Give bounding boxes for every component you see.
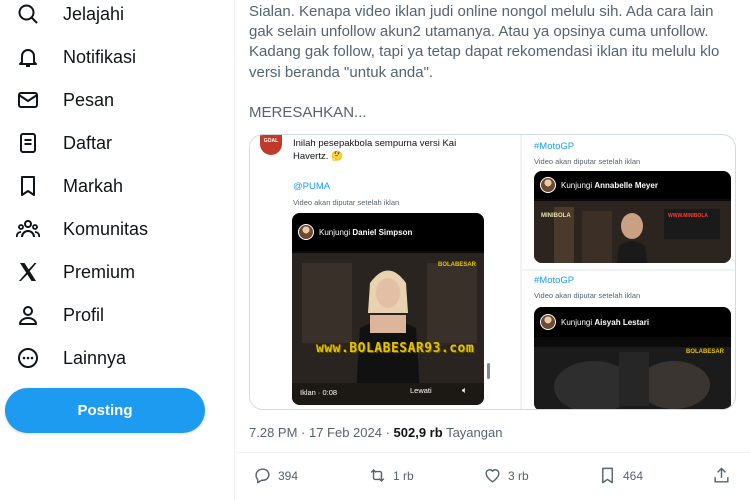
sidebar-item-premium[interactable]: Premium [8,252,149,292]
ad-video: Kunjungi Aisyah Lestari BOLABESAR [534,307,731,409]
ad-timer: Iklan · 0:08 [300,388,338,397]
watermark-text: www.BOLABESAR93.com [316,341,475,356]
list-icon [20,133,36,153]
share-icon [714,467,729,483]
ad-note: Video akan diputar setelah iklan [534,291,641,300]
repost-count: 1 rb [393,468,414,483]
heart-icon [485,469,500,483]
tweet-text: Sialan. Kenapa video iklan judi online n… [249,2,739,123]
sidebar-item-profil[interactable]: Profil [8,295,118,335]
sidebar-item-label: Pesan [63,89,115,110]
people-icon [16,220,40,238]
embedded-post-left: GOAL Inilah pesepakbola sempurna versi K… [250,135,494,409]
skip-ad-label: Lewati [410,386,432,395]
sidebar-item-label: Notifikasi [63,46,137,67]
ad-note: Video akan diputar setelah iklan [293,198,400,207]
share-button[interactable] [712,466,737,485]
embedded-posts-right: #MotoGP Video akan diputar setelah iklan… [522,135,735,409]
more-circle-icon [18,348,38,368]
video-frame: MINIBOLA WWW.MINIBOLA [534,201,731,263]
post-button[interactable]: Posting [5,388,205,433]
sidebar-item-jelajahi[interactable]: Jelajahi [8,0,138,34]
sign-text: MINIBOLA [541,213,571,219]
like-button[interactable]: 3 rb [483,466,529,485]
scrollbar [487,363,490,379]
views-count: 502,9 rb [393,425,443,440]
sidebar-item-label: Markah [63,175,124,196]
video-frame: www.BOLABESAR93.com BOLABESAR Iklan · 0:… [292,253,484,405]
repost-button[interactable]: 1 rb [368,466,414,485]
ad-video: Kunjungi Daniel Simpson www.BOLABESAR93.… [292,213,484,405]
embedded-post-text: Inilah pesepakbola sempurna versi Kai Ha… [293,138,457,162]
advertiser-avatar [540,314,556,330]
like-count: 3 rb [508,468,529,483]
sidebar-item-label: Jelajahi [63,3,125,24]
advertiser-visit-label: Kunjungi Daniel Simpson [319,227,413,237]
person-icon [19,306,37,325]
post-divider [522,269,735,271]
bookmark-icon [602,467,613,484]
sidebar-item-lainnya[interactable]: Lainnya [8,338,140,378]
sidebar-item-pesan[interactable]: Pesan [8,80,128,120]
views-label: Tayangan [442,425,503,440]
x-logo-icon [19,263,37,281]
hashtag-link: #MotoGP [534,141,575,152]
bookmark-button[interactable]: 464 [598,466,643,485]
mention-link: @PUMA [293,181,331,192]
mail-icon [18,92,38,108]
banner-text: WWW.MINIBOLA [668,213,708,219]
bolabesar-logo: BOLABESAR [438,262,477,268]
sidebar-item-notifikasi[interactable]: Notifikasi [8,37,150,77]
search-icon [18,4,38,24]
sidebar-item-markah[interactable]: Markah [8,166,137,206]
advertiser-avatar [298,224,314,240]
bolabesar-logo: BOLABESAR [686,349,725,355]
reply-button[interactable]: 394 [253,466,298,485]
sidebar-item-label: Daftar [63,132,113,153]
video-frame: BOLABESAR [534,347,731,409]
hashtag-link: #MotoGP [534,275,575,286]
tweet-actions: 394 1 rb 3 rb 464 [235,466,750,488]
tweet-meta: 7.28 PM · 17 Feb 2024 · 502,9 rb Tayanga… [249,425,502,440]
reply-icon [255,468,270,484]
advertiser-visit-label: Kunjungi Aisyah Lestari [561,317,650,327]
sidebar-nav: Jelajahi Notifikasi Pesan Daftar Markah … [0,0,235,500]
goal-avatar: GOAL [260,135,282,155]
ad-note: Video akan diputar setelah iklan [534,157,641,166]
sidebar-item-label: Premium [63,261,136,282]
tweet-detail: Sialan. Kenapa video iklan judi online n… [235,0,750,500]
sidebar-item-komunitas[interactable]: Komunitas [8,209,162,249]
tweet-timestamp[interactable]: 7.28 PM · 17 Feb 2024 · [249,425,394,440]
sidebar-item-label: Komunitas [63,218,149,239]
bookmark-count: 464 [623,468,644,483]
tweet-media-image[interactable]: GOAL Inilah pesepakbola sempurna versi K… [249,134,736,410]
tweet-paragraph: Sialan. Kenapa video iklan judi online n… [249,3,720,81]
bell-icon [19,49,37,67]
sidebar-item-label: Lainnya [63,347,127,368]
reply-count: 394 [278,468,299,483]
advertiser-visit-label: Kunjungi Annabelle Meyer [561,180,658,190]
advertiser-avatar [540,177,556,193]
bookmark-icon [21,176,35,196]
sidebar-item-daftar[interactable]: Daftar [8,123,126,163]
repost-icon [370,468,385,483]
divider [235,452,750,453]
ad-video: Kunjungi Annabelle Meyer MINIBOLA WWW.MI… [534,171,731,263]
sidebar-item-label: Profil [63,304,105,325]
volume-icon: 🔈︎ [462,385,468,395]
tweet-paragraph: MERESAHKAN... [249,103,367,121]
